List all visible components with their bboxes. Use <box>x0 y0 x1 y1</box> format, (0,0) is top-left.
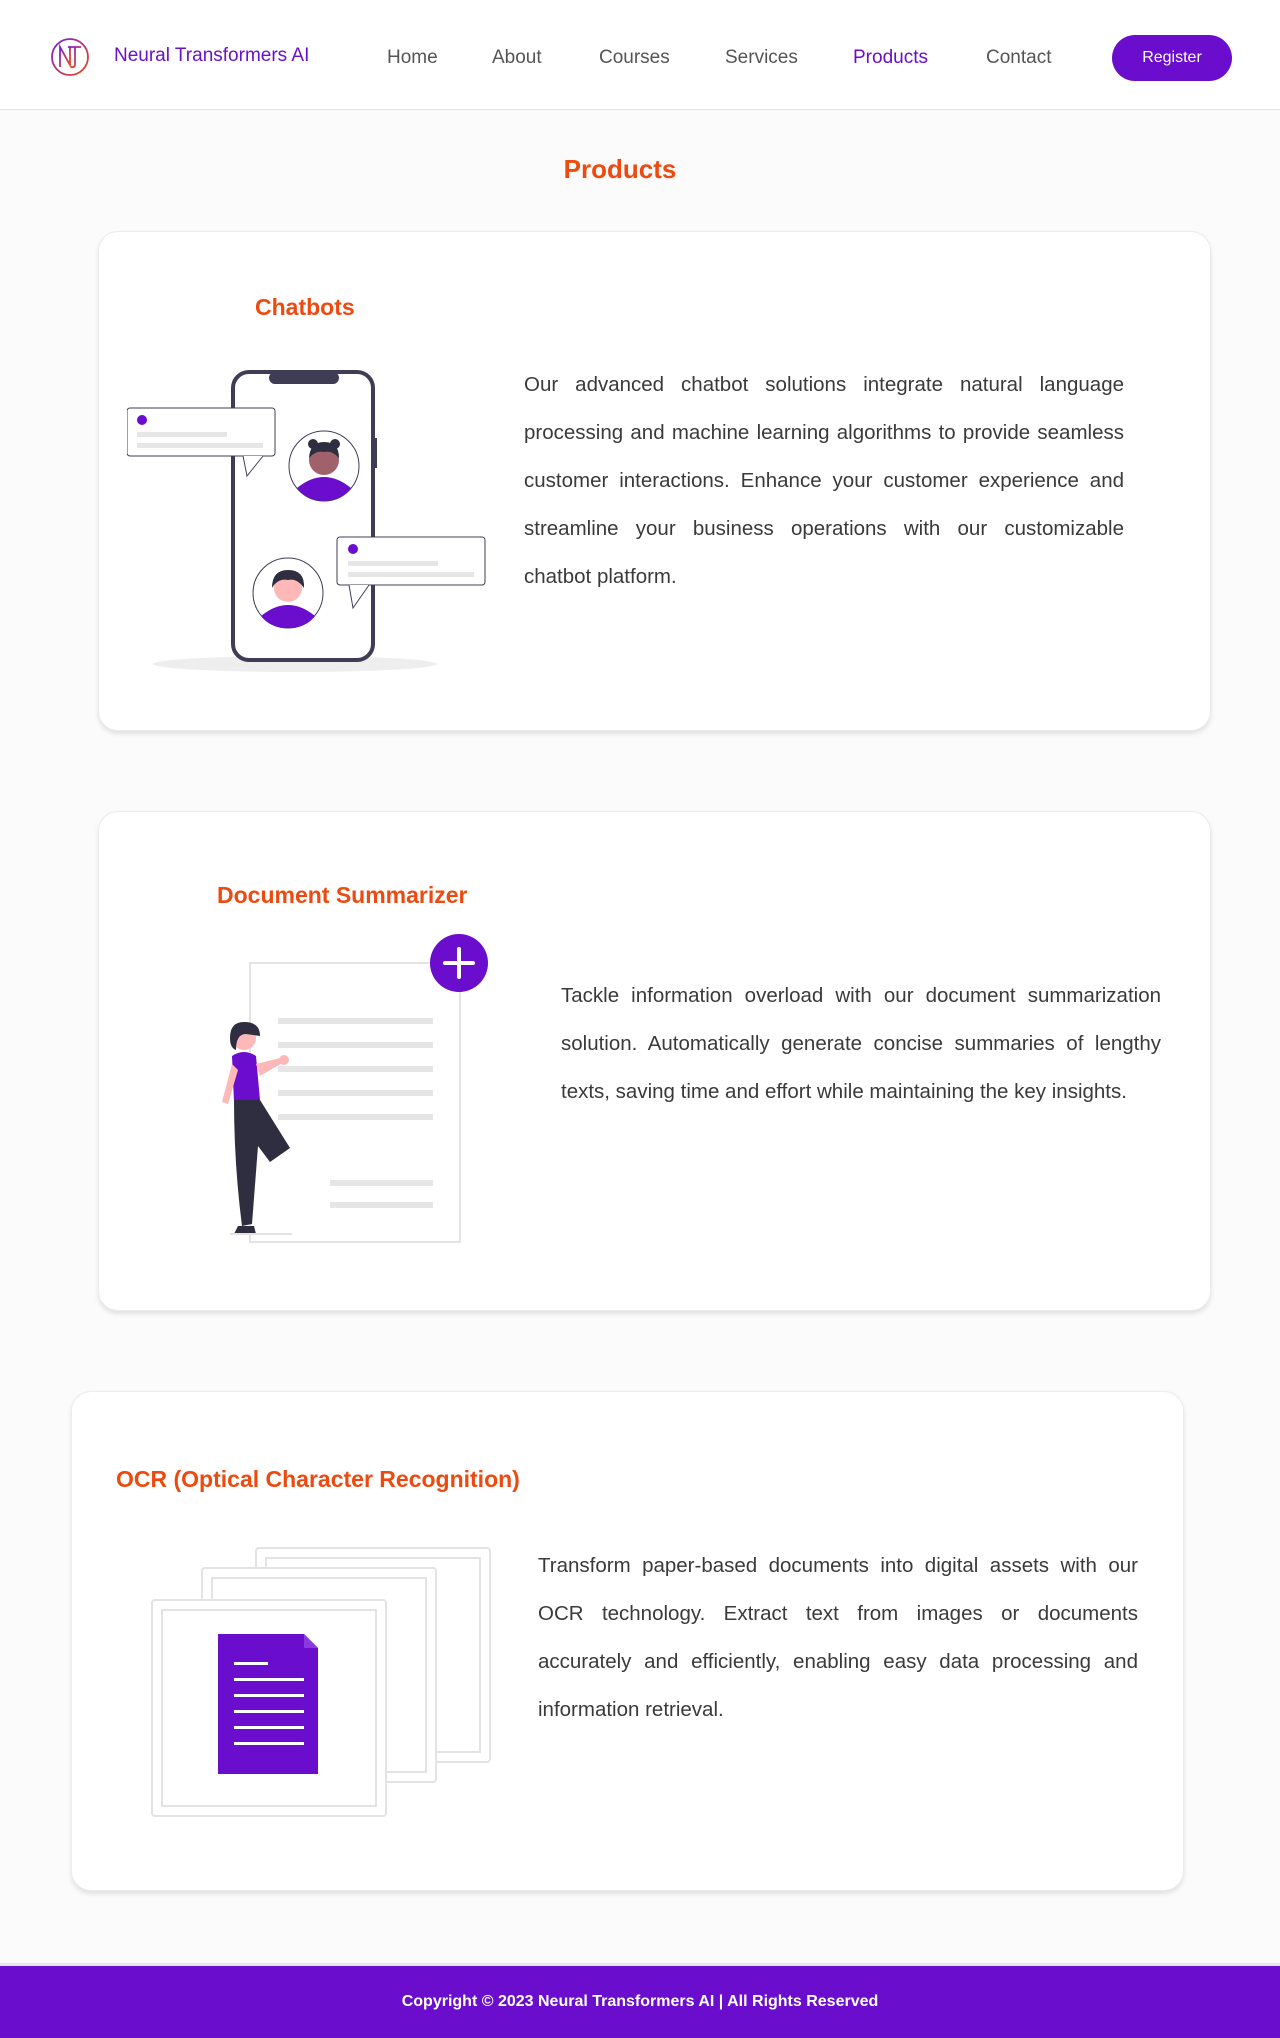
nav-courses[interactable]: Courses <box>599 47 670 69</box>
nav-home[interactable]: Home <box>387 47 438 69</box>
product-title-chatbots: Chatbots <box>255 294 355 320</box>
document-summarizer-illustration <box>222 934 488 1243</box>
nav-contact[interactable]: Contact <box>986 47 1051 69</box>
site-header: Neural Transformers AI Home About Course… <box>0 0 1280 110</box>
product-description-document-summarizer: Tackle information overload with our doc… <box>561 984 1161 1103</box>
product-title-document-summarizer: Document Summarizer <box>217 882 468 908</box>
page-title: Products <box>563 154 677 184</box>
register-button[interactable]: Register <box>1112 35 1232 81</box>
nav-products[interactable]: Products <box>853 47 928 69</box>
product-card-document-summarizer: Document Summarizer Tackle information o… <box>98 811 1211 1311</box>
copyright-text: Copyright © 2023 Neural Transformers AI … <box>401 1993 879 2010</box>
ocr-documents-illustration <box>151 1547 491 1817</box>
product-card-chatbots: Chatbots Our advanced chatbot solutions … <box>98 231 1211 731</box>
chatbot-phone-illustration <box>127 370 486 672</box>
nav-services[interactable]: Services <box>725 47 798 69</box>
product-description-chatbots: Our advanced chatbot solutions integrate… <box>524 373 1124 588</box>
product-description-ocr: Transform paper-based documents into dig… <box>538 1554 1138 1721</box>
product-card-ocr: OCR (Optical Character Recognition) Tran… <box>71 1391 1184 1891</box>
nav-about[interactable]: About <box>492 47 542 69</box>
main-nav: Home About Courses Services Products Con… <box>0 47 1280 71</box>
product-title-ocr: OCR (Optical Character Recognition) <box>116 1466 520 1492</box>
site-footer: Copyright © 2023 Neural Transformers AI … <box>0 1966 1280 2038</box>
